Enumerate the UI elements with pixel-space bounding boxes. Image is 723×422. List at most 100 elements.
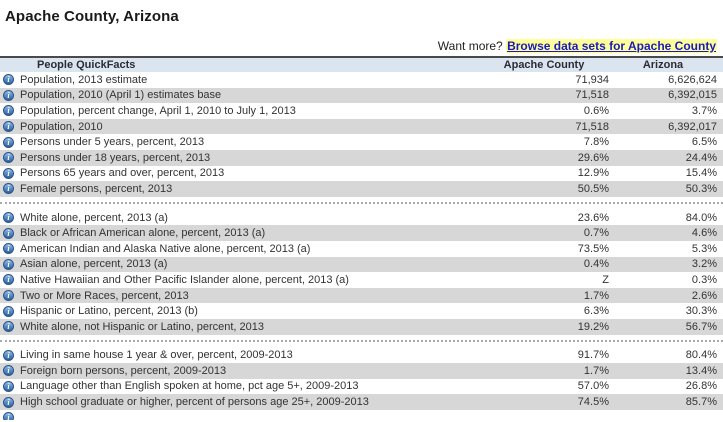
- table-body: i Population, 2013 estimate 71,934 6,626…: [0, 72, 723, 410]
- row-label: Two or More Races, percent, 2013: [20, 290, 479, 302]
- table-row: i Persons under 5 years, percent, 2013 7…: [0, 134, 723, 150]
- row-label: Population, 2010: [20, 121, 479, 133]
- row-label: American Indian and Alaska Native alone,…: [20, 243, 479, 255]
- row-label: Native Hawaiian and Other Pacific Island…: [20, 274, 479, 286]
- table-row: i Female persons, percent, 2013 50.5% 50…: [0, 181, 723, 197]
- row-label: White alone, percent, 2013 (a): [20, 212, 479, 224]
- row-value-arizona: 85.7%: [609, 396, 723, 408]
- row-label: Hispanic or Latino, percent, 2013 (b): [20, 305, 479, 317]
- row-value-apache-county: 71,518: [479, 89, 609, 101]
- info-icon[interactable]: i: [3, 321, 14, 332]
- row-value-apache-county: 71,934: [479, 74, 609, 86]
- table-row: i Language other than English spoken at …: [0, 379, 723, 395]
- row-value-apache-county: 0.6%: [479, 105, 609, 117]
- row-label: Living in same house 1 year & over, perc…: [20, 349, 479, 361]
- row-label: Foreign born persons, percent, 2009-2013: [20, 365, 479, 377]
- row-value-arizona: 80.4%: [609, 349, 723, 361]
- row-label: Persons under 5 years, percent, 2013: [20, 136, 479, 148]
- row-value-arizona: 24.4%: [609, 152, 723, 164]
- browse-data-sets-link[interactable]: Browse data sets for Apache County: [506, 39, 717, 53]
- want-more-line: Want more? Browse data sets for Apache C…: [0, 39, 723, 53]
- info-icon[interactable]: i: [3, 290, 14, 301]
- row-value-apache-county: 12.9%: [479, 167, 609, 179]
- table-row-partial: i: [0, 410, 723, 420]
- row-label: High school graduate or higher, percent …: [20, 396, 479, 408]
- info-icon[interactable]: i: [3, 381, 14, 392]
- info-icon[interactable]: i: [3, 243, 14, 254]
- row-value-apache-county: 0.7%: [479, 227, 609, 239]
- table-row: i Living in same house 1 year & over, pe…: [0, 348, 723, 364]
- info-icon[interactable]: i: [3, 350, 14, 361]
- row-value-arizona: 30.3%: [609, 305, 723, 317]
- row-value-arizona: 3.2%: [609, 258, 723, 270]
- row-label: Female persons, percent, 2013: [20, 183, 479, 195]
- row-value-arizona: 3.7%: [609, 105, 723, 117]
- row-value-apache-county: 29.6%: [479, 152, 609, 164]
- info-icon[interactable]: i: [3, 212, 14, 223]
- info-icon[interactable]: i: [3, 397, 14, 408]
- row-value-apache-county: 0.4%: [479, 258, 609, 270]
- table-row: i Population, 2013 estimate 71,934 6,626…: [0, 72, 723, 88]
- row-value-apache-county: 71,518: [479, 121, 609, 133]
- info-icon[interactable]: i: [3, 137, 14, 148]
- info-icon[interactable]: i: [3, 365, 14, 376]
- row-label: Population, percent change, April 1, 201…: [20, 105, 479, 117]
- row-value-apache-county: 19.2%: [479, 321, 609, 333]
- section-separator: [0, 335, 723, 348]
- quickfacts-table: People QuickFacts Apache County Arizona …: [0, 56, 723, 420]
- page-title: Apache County, Arizona: [5, 8, 723, 25]
- row-value-arizona: 0.3%: [609, 274, 723, 286]
- section-separator: [0, 197, 723, 210]
- row-value-arizona: 5.3%: [609, 243, 723, 255]
- row-label: Persons under 18 years, percent, 2013: [20, 152, 479, 164]
- row-value-arizona: 50.3%: [609, 183, 723, 195]
- table-row: i High school graduate or higher, percen…: [0, 394, 723, 410]
- row-value-arizona: 26.8%: [609, 380, 723, 392]
- info-icon[interactable]: i: [3, 74, 14, 85]
- row-value-arizona: 6.5%: [609, 136, 723, 148]
- row-value-apache-county: 91.7%: [479, 349, 609, 361]
- info-icon[interactable]: i: [3, 152, 14, 163]
- table-header-row: People QuickFacts Apache County Arizona: [0, 56, 723, 72]
- info-icon[interactable]: i: [3, 105, 14, 116]
- row-value-arizona: 13.4%: [609, 365, 723, 377]
- info-icon[interactable]: i: [3, 306, 14, 317]
- quickfacts-page: Apache County, Arizona Want more? Browse…: [0, 8, 723, 422]
- row-value-apache-county: 7.8%: [479, 136, 609, 148]
- table-row: i Persons 65 years and over, percent, 20…: [0, 166, 723, 182]
- row-value-apache-county: 73.5%: [479, 243, 609, 255]
- info-icon[interactable]: i: [3, 121, 14, 132]
- row-value-arizona: 4.6%: [609, 227, 723, 239]
- info-icon[interactable]: i: [3, 259, 14, 270]
- row-value-arizona: 56.7%: [609, 321, 723, 333]
- row-label: Asian alone, percent, 2013 (a): [20, 258, 479, 270]
- row-value-arizona: 15.4%: [609, 167, 723, 179]
- info-icon[interactable]: i: [3, 183, 14, 194]
- row-label: Black or African American alone, percent…: [20, 227, 479, 239]
- table-row: i Foreign born persons, percent, 2009-20…: [0, 363, 723, 379]
- info-icon[interactable]: i: [3, 168, 14, 179]
- row-label: Population, 2010 (April 1) estimates bas…: [20, 89, 479, 101]
- table-row: i White alone, percent, 2013 (a) 23.6% 8…: [0, 210, 723, 226]
- column-header-people-quickfacts: People QuickFacts: [0, 59, 479, 71]
- row-value-apache-county: Z: [479, 274, 609, 286]
- row-value-arizona: 6,392,017: [609, 121, 723, 133]
- table-row: i Black or African American alone, perce…: [0, 225, 723, 241]
- info-icon[interactable]: i: [3, 90, 14, 101]
- table-row: i Population, 2010 (April 1) estimates b…: [0, 88, 723, 104]
- row-value-apache-county: 1.7%: [479, 290, 609, 302]
- row-label: Population, 2013 estimate: [20, 74, 479, 86]
- info-icon[interactable]: i: [3, 228, 14, 239]
- table-row: i Asian alone, percent, 2013 (a) 0.4% 3.…: [0, 257, 723, 273]
- column-header-arizona: Arizona: [609, 59, 723, 71]
- table-row: i Persons under 18 years, percent, 2013 …: [0, 150, 723, 166]
- info-icon[interactable]: i: [3, 274, 14, 285]
- row-label: Persons 65 years and over, percent, 2013: [20, 167, 479, 179]
- table-row: i Native Hawaiian and Other Pacific Isla…: [0, 272, 723, 288]
- row-value-arizona: 2.6%: [609, 290, 723, 302]
- row-value-apache-county: 1.7%: [479, 365, 609, 377]
- table-row: i White alone, not Hispanic or Latino, p…: [0, 319, 723, 335]
- row-value-arizona: 6,392,015: [609, 89, 723, 101]
- row-value-apache-county: 50.5%: [479, 183, 609, 195]
- info-icon[interactable]: i: [3, 412, 14, 420]
